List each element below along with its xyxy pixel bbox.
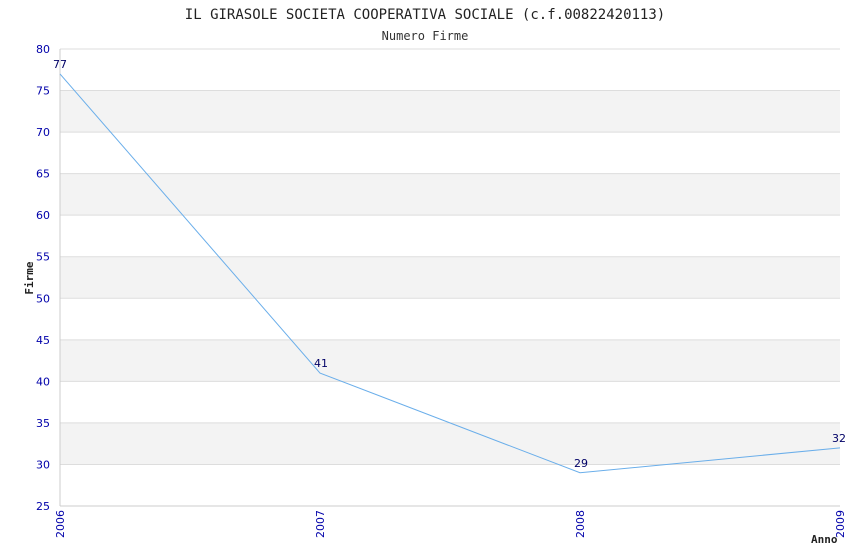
y-tick-label: 50 — [36, 292, 50, 305]
y-tick-label: 25 — [36, 500, 50, 513]
y-tick-label: 30 — [36, 458, 50, 471]
grid-band — [60, 256, 840, 299]
data-label: 29 — [574, 457, 588, 470]
y-tick-label: 35 — [36, 417, 50, 430]
y-tick-label: 60 — [36, 209, 50, 222]
grid-band — [60, 90, 840, 133]
grid-band — [60, 339, 840, 382]
y-tick-label: 55 — [36, 251, 50, 264]
y-tick-labels: 25 30 35 40 45 50 55 60 65 70 75 80 — [36, 43, 50, 513]
x-tick-label: 2006 — [54, 510, 67, 538]
y-tick-label: 45 — [36, 334, 50, 347]
grid-band — [60, 298, 840, 340]
y-tick-label: 80 — [36, 43, 50, 56]
y-tick-label: 75 — [36, 85, 50, 98]
x-axis-title: Anno — [811, 533, 838, 546]
grid-band — [60, 464, 840, 506]
x-tick-labels: 2006 2007 2008 2009 — [54, 510, 847, 538]
grid-band — [60, 49, 840, 91]
chart-subtitle: Numero Firme — [382, 29, 469, 43]
y-tick-label: 40 — [36, 375, 50, 388]
y-tick-label: 65 — [36, 168, 50, 181]
y-axis-title: Firme — [23, 261, 36, 294]
grid-band — [60, 132, 840, 174]
y-tick-label: 70 — [36, 126, 50, 139]
grid-band — [60, 381, 840, 423]
x-tick-label: 2008 — [574, 510, 587, 538]
grid-bands — [60, 49, 840, 506]
data-label: 77 — [53, 58, 67, 71]
chart-title: IL GIRASOLE SOCIETA COOPERATIVA SOCIALE … — [185, 7, 665, 23]
line-chart: IL GIRASOLE SOCIETA COOPERATIVA SOCIALE … — [23, 7, 847, 546]
data-label: 32 — [832, 432, 846, 445]
grid-band — [60, 215, 840, 257]
data-label: 41 — [314, 357, 328, 370]
x-tick-label: 2007 — [314, 510, 327, 538]
grid-band — [60, 422, 840, 465]
